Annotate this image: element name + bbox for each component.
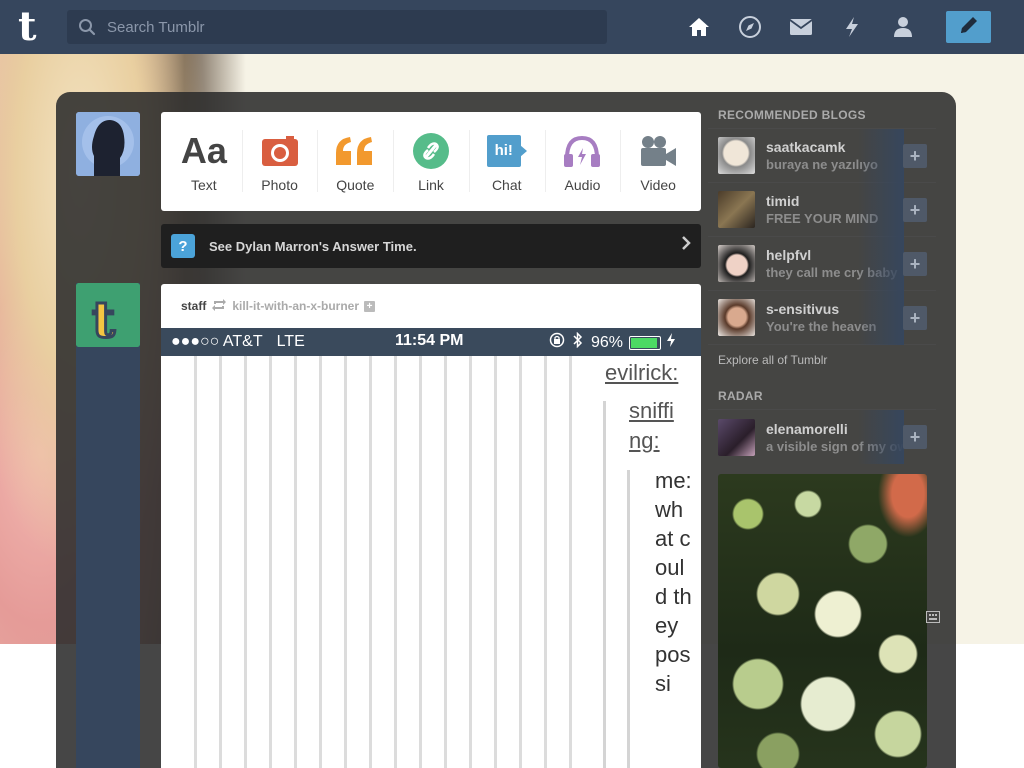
- follow-button[interactable]: +: [903, 144, 927, 168]
- dashboard-post: staff kill-it-with-an-x-burner + ●●●○○ A…: [161, 284, 701, 768]
- question-icon: ?: [171, 234, 195, 258]
- link-icon: [412, 131, 450, 171]
- post-type-link[interactable]: Link: [393, 112, 469, 211]
- follow-plus-icon[interactable]: +: [364, 300, 376, 312]
- staff-avatar[interactable]: t: [76, 283, 140, 347]
- chat-conversation: evilrick: sniffi ng: me: what could they…: [581, 356, 701, 768]
- account-icon[interactable]: [884, 12, 922, 42]
- post-screenshot-image: evilrick: sniffi ng: me: what could they…: [161, 356, 701, 768]
- keyboard-shortcuts-icon[interactable]: [926, 611, 940, 625]
- answer-time-banner[interactable]: ? See Dylan Marron's Answer Time.: [161, 224, 701, 268]
- network-text: LTE: [276, 333, 305, 350]
- charging-icon: [667, 333, 676, 352]
- home-icon[interactable]: [680, 12, 718, 42]
- reblog-source[interactable]: kill-it-with-an-x-burner: [232, 299, 359, 313]
- lock-rotation-icon: [549, 332, 565, 353]
- camera-icon: [261, 131, 299, 171]
- username-evilrick: evilrick:: [605, 360, 679, 385]
- blog-avatar[interactable]: [718, 299, 755, 336]
- radar-blog[interactable]: elenamorelli a visible sign of my ow +: [708, 410, 936, 464]
- blog-avatar[interactable]: [718, 418, 755, 456]
- recommended-blog[interactable]: helpfvl they call me cry baby +: [708, 237, 936, 291]
- post-type-label: Link: [418, 176, 444, 193]
- chat-icon: hi!: [486, 131, 527, 171]
- post-type-label: Video: [640, 176, 676, 193]
- compose-button[interactable]: [946, 11, 991, 43]
- recommended-blog[interactable]: timid FREE YOUR MIND +: [708, 183, 936, 237]
- reblog-icon: [212, 298, 227, 314]
- right-sidebar: RECOMMENDED BLOGS saatkacamk buraya ne y…: [708, 102, 936, 464]
- blog-avatar[interactable]: [718, 245, 755, 282]
- radar-title: RADAR: [708, 383, 936, 410]
- search-input[interactable]: [107, 18, 587, 36]
- bluetooth-icon: [573, 331, 583, 353]
- user-avatar[interactable]: [76, 112, 140, 176]
- video-camera-icon: [638, 131, 678, 171]
- pencil-icon: [958, 14, 980, 41]
- message-text: me: what could they possi: [655, 468, 692, 696]
- post-type-label: Photo: [261, 176, 298, 193]
- recommended-blog[interactable]: saatkacamk buraya ne yazılıyo +: [708, 129, 936, 183]
- chevron-right-icon: [681, 236, 691, 255]
- search-icon: [67, 10, 107, 44]
- follow-button[interactable]: +: [903, 306, 927, 330]
- radar-post-image[interactable]: [718, 474, 927, 768]
- post-type-text[interactable]: Aa Text: [166, 112, 242, 211]
- status-time: 11:54 PM: [395, 332, 464, 349]
- explore-compass-icon[interactable]: [731, 12, 769, 42]
- battery-percent: 96%: [591, 333, 624, 351]
- quote-bar: [627, 470, 630, 768]
- post-type-label: Text: [191, 176, 217, 193]
- post-type-selector: Aa Text Photo Quote Link hi! Chat Audio …: [161, 112, 701, 211]
- username-sniffing: sniffi ng:: [629, 398, 674, 453]
- quote-bar: [603, 401, 606, 768]
- text-aa-icon: Aa: [180, 129, 227, 171]
- activity-bolt-icon[interactable]: [833, 12, 871, 42]
- headphones-icon: [562, 131, 602, 171]
- top-navbar: t: [0, 0, 1024, 54]
- tumblr-logo[interactable]: t: [18, 7, 48, 47]
- follow-button[interactable]: +: [903, 425, 927, 449]
- recommended-blogs-title: RECOMMENDED BLOGS: [708, 102, 936, 129]
- post-type-label: Audio: [564, 176, 601, 193]
- post-type-quote[interactable]: Quote: [317, 112, 393, 211]
- follow-button[interactable]: +: [903, 252, 927, 276]
- post-type-video[interactable]: Video: [620, 112, 696, 211]
- blog-avatar[interactable]: [718, 191, 755, 228]
- post-avatar-column: [76, 283, 140, 768]
- post-type-label: Chat: [491, 176, 522, 193]
- post-type-photo[interactable]: Photo: [241, 112, 318, 211]
- post-header: staff kill-it-with-an-x-burner +: [161, 284, 701, 328]
- battery-icon: [629, 335, 662, 350]
- svg-text:t: t: [92, 290, 115, 347]
- post-type-audio[interactable]: Audio: [544, 112, 621, 211]
- messages-icon[interactable]: [782, 12, 820, 42]
- post-type-chat[interactable]: hi! Chat: [468, 112, 545, 211]
- blog-avatar[interactable]: [718, 137, 755, 174]
- post-author[interactable]: staff: [181, 299, 206, 313]
- screenshot-indent-lines: [176, 356, 576, 768]
- quote-icon: [334, 131, 376, 171]
- explore-link[interactable]: Explore all of Tumblr: [708, 345, 936, 383]
- recommended-blog[interactable]: s-ensitivus You're the heaven +: [708, 291, 936, 345]
- phone-status-bar: ●●●○○ AT&T LTE 11:54 PM 96%: [161, 328, 701, 356]
- post-type-label: Quote: [336, 176, 375, 193]
- carrier-text: ●●●○○ AT&T: [171, 333, 263, 350]
- banner-text: See Dylan Marron's Answer Time.: [209, 238, 417, 254]
- search-bar[interactable]: [67, 10, 607, 44]
- follow-button[interactable]: +: [903, 198, 927, 222]
